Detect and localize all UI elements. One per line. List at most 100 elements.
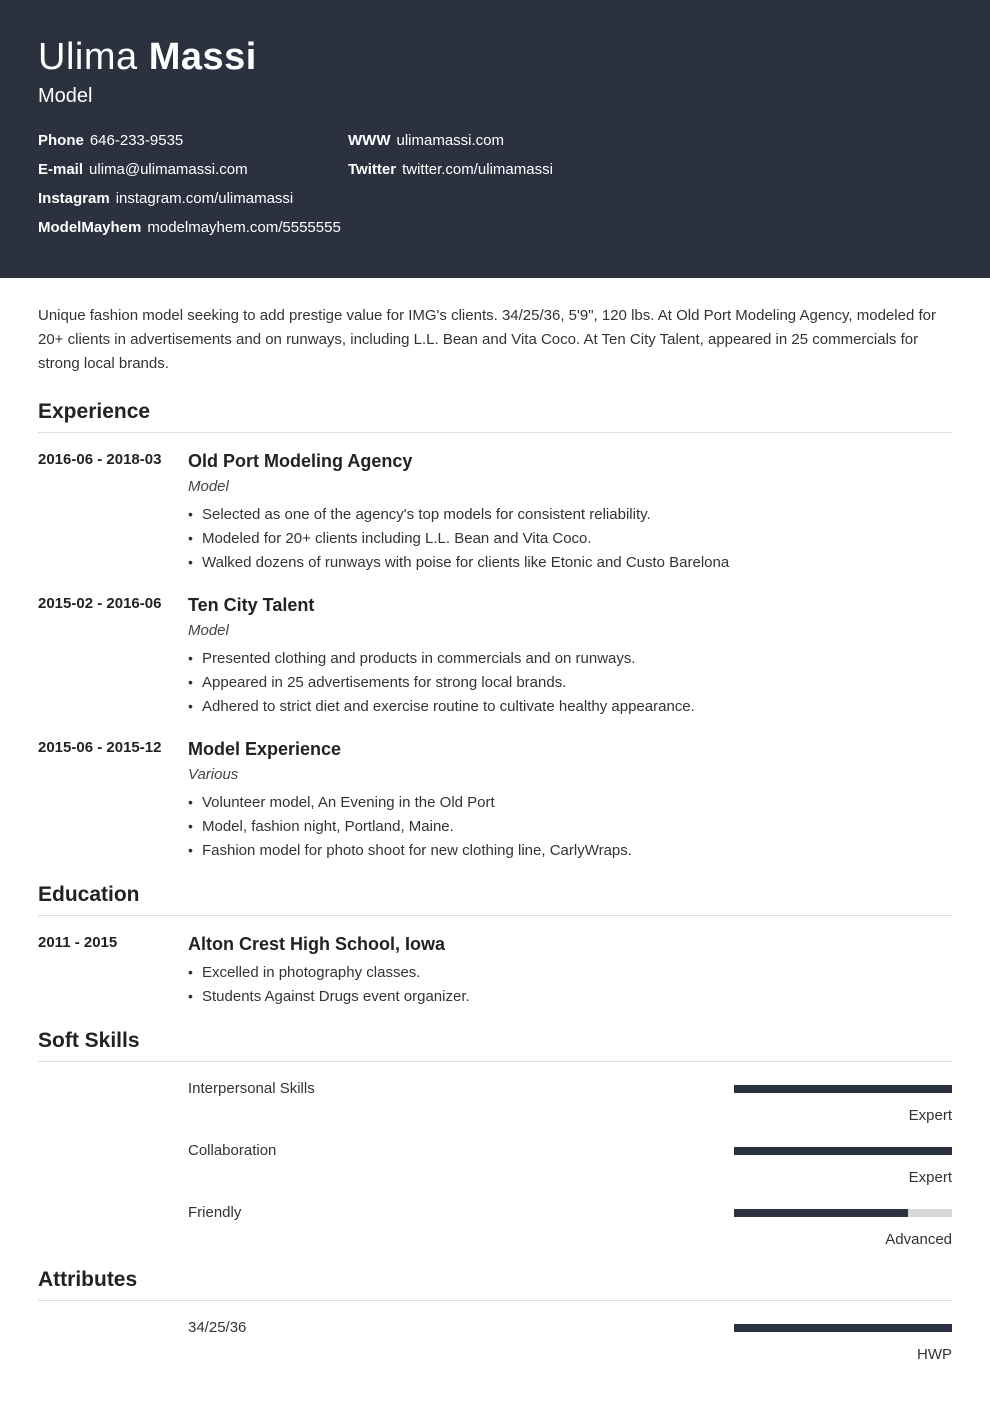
entry: 2011 - 2015Alton Crest High School, Iowa… <box>38 934 952 1009</box>
skill-bar <box>734 1085 952 1093</box>
summary-text: Unique fashion model seeking to add pres… <box>38 304 952 376</box>
contact-label: Instagram <box>38 190 110 207</box>
skill-row: Collaboration Expert <box>38 1142 952 1186</box>
skill-row: Friendly Advanced <box>38 1204 952 1248</box>
section-title-softskills: Soft Skills <box>38 1029 952 1062</box>
skill-row: 34/25/36 HWP <box>38 1319 952 1363</box>
skill-top: Interpersonal Skills <box>188 1080 952 1097</box>
entry-bullet: Fashion model for photo shoot for new cl… <box>188 839 952 863</box>
section-title-education: Education <box>38 883 952 916</box>
entry-bullet: Modeled for 20+ clients including L.L. B… <box>188 527 952 551</box>
skill-level: Expert <box>188 1169 952 1186</box>
entry-bullet: Students Against Drugs event organizer. <box>188 985 952 1009</box>
contact-value: 646-233-9535 <box>90 132 183 149</box>
skill-top: Friendly <box>188 1204 952 1221</box>
entry-title: Old Port Modeling Agency <box>188 451 952 472</box>
contact-value: modelmayhem.com/5555555 <box>147 219 340 236</box>
skill-spacer <box>38 1319 188 1363</box>
skill-row: Interpersonal Skills Expert <box>38 1080 952 1124</box>
contact-label: E-mail <box>38 161 83 178</box>
entry-bullets: Presented clothing and products in comme… <box>188 647 952 719</box>
entry-bullets: Excelled in photography classes.Students… <box>188 961 952 1009</box>
entry-body: Model Experience Various Volunteer model, … <box>188 739 952 863</box>
full-name: Ulima Massi <box>38 36 952 79</box>
resume-body: Unique fashion model seeking to add pres… <box>0 278 990 1421</box>
entry: 2015-06 - 2015-12Model Experience Various… <box>38 739 952 863</box>
entry-body: Ten City Talent Model Presented clothing a… <box>188 595 952 719</box>
skill-level: Advanced <box>188 1231 952 1248</box>
first-name: Ulima <box>38 36 138 78</box>
contact-row: WWW ulimamassi.com <box>348 132 658 149</box>
contacts-block: Phone 646-233-9535 E-mail ulima@ulimamassi.… <box>38 132 952 248</box>
skill-spacer <box>38 1204 188 1248</box>
skill-bar-fill <box>734 1085 952 1093</box>
experience-list: 2016-06 - 2018-03Old Port Modeling Agenc… <box>38 451 952 863</box>
skill-name: Interpersonal Skills <box>188 1080 315 1097</box>
contact-value: ulimamassi.com <box>396 132 504 149</box>
entry-bullet: Model, fashion night, Portland, Maine. <box>188 815 952 839</box>
skill-bar-wrap <box>734 1147 952 1155</box>
skill-bar <box>734 1147 952 1155</box>
softskills-list: Interpersonal Skills Expert Collaboration E… <box>38 1080 952 1248</box>
contact-label: ModelMayhem <box>38 219 141 236</box>
skill-bar-wrap <box>734 1324 952 1332</box>
entry-bullet: Selected as one of the agency's top mode… <box>188 503 952 527</box>
contact-value: instagram.com/ulimamassi <box>116 190 294 207</box>
contact-row: Phone 646-233-9535 <box>38 132 348 149</box>
skill-name: Collaboration <box>188 1142 276 1159</box>
entry-subtitle: Model <box>188 478 952 495</box>
last-name: Massi <box>149 36 257 78</box>
entry-bullet: Excelled in photography classes. <box>188 961 952 985</box>
job-title: Model <box>38 85 952 108</box>
entry-dates: 2011 - 2015 <box>38 934 188 1009</box>
entry: 2016-06 - 2018-03Old Port Modeling Agenc… <box>38 451 952 575</box>
contact-value: twitter.com/ulimamassi <box>402 161 553 178</box>
entry-body: Alton Crest High School, Iowa Excelled in… <box>188 934 952 1009</box>
entry-title: Model Experience <box>188 739 952 760</box>
contact-value: ulima@ulimamassi.com <box>89 161 248 178</box>
skill-main: Interpersonal Skills Expert <box>188 1080 952 1124</box>
entry-subtitle: Model <box>188 622 952 639</box>
entry-bullets: Selected as one of the agency's top mode… <box>188 503 952 575</box>
skill-name: Friendly <box>188 1204 241 1221</box>
skill-bar <box>734 1209 952 1217</box>
entry-subtitle: Various <box>188 766 952 783</box>
contacts-col-2: WWW ulimamassi.comTwitter twitter.com/ulim… <box>348 132 658 248</box>
entry-dates: 2016-06 - 2018-03 <box>38 451 188 575</box>
skill-level: HWP <box>188 1346 952 1363</box>
contact-row: E-mail ulima@ulimamassi.com <box>38 161 348 178</box>
skill-spacer <box>38 1080 188 1124</box>
skill-bar-fill <box>734 1209 908 1217</box>
contact-row: Instagram instagram.com/ulimamassi <box>38 190 348 207</box>
entry-body: Old Port Modeling Agency Model Selected as… <box>188 451 952 575</box>
entry-bullet: Walked dozens of runways with poise for … <box>188 551 952 575</box>
entry-dates: 2015-06 - 2015-12 <box>38 739 188 863</box>
entry-bullet: Appeared in 25 advertisements for strong… <box>188 671 952 695</box>
contact-row: Twitter twitter.com/ulimamassi <box>348 161 658 178</box>
skill-bar-wrap <box>734 1209 952 1217</box>
section-title-attributes: Attributes <box>38 1268 952 1301</box>
contact-label: Twitter <box>348 161 396 178</box>
skill-main: Collaboration Expert <box>188 1142 952 1186</box>
entry-bullet: Volunteer model, An Evening in the Old P… <box>188 791 952 815</box>
contact-label: WWW <box>348 132 390 149</box>
skill-main: Friendly Advanced <box>188 1204 952 1248</box>
entry-bullets: Volunteer model, An Evening in the Old P… <box>188 791 952 863</box>
skill-bar-fill <box>734 1324 952 1332</box>
entry-bullet: Adhered to strict diet and exercise rout… <box>188 695 952 719</box>
entry-title: Alton Crest High School, Iowa <box>188 934 952 955</box>
entry-bullet: Presented clothing and products in comme… <box>188 647 952 671</box>
skill-bar <box>734 1324 952 1332</box>
entry-dates: 2015-02 - 2016-06 <box>38 595 188 719</box>
section-title-experience: Experience <box>38 400 952 433</box>
skill-bar-fill <box>734 1147 952 1155</box>
skill-name: 34/25/36 <box>188 1319 246 1336</box>
contact-label: Phone <box>38 132 84 149</box>
skill-spacer <box>38 1142 188 1186</box>
skill-bar-wrap <box>734 1085 952 1093</box>
skill-level: Expert <box>188 1107 952 1124</box>
attributes-list: 34/25/36 HWP <box>38 1319 952 1363</box>
entry: 2015-02 - 2016-06Ten City Talent Model Pre… <box>38 595 952 719</box>
contact-row: ModelMayhem modelmayhem.com/5555555 <box>38 219 348 236</box>
entry-title: Ten City Talent <box>188 595 952 616</box>
